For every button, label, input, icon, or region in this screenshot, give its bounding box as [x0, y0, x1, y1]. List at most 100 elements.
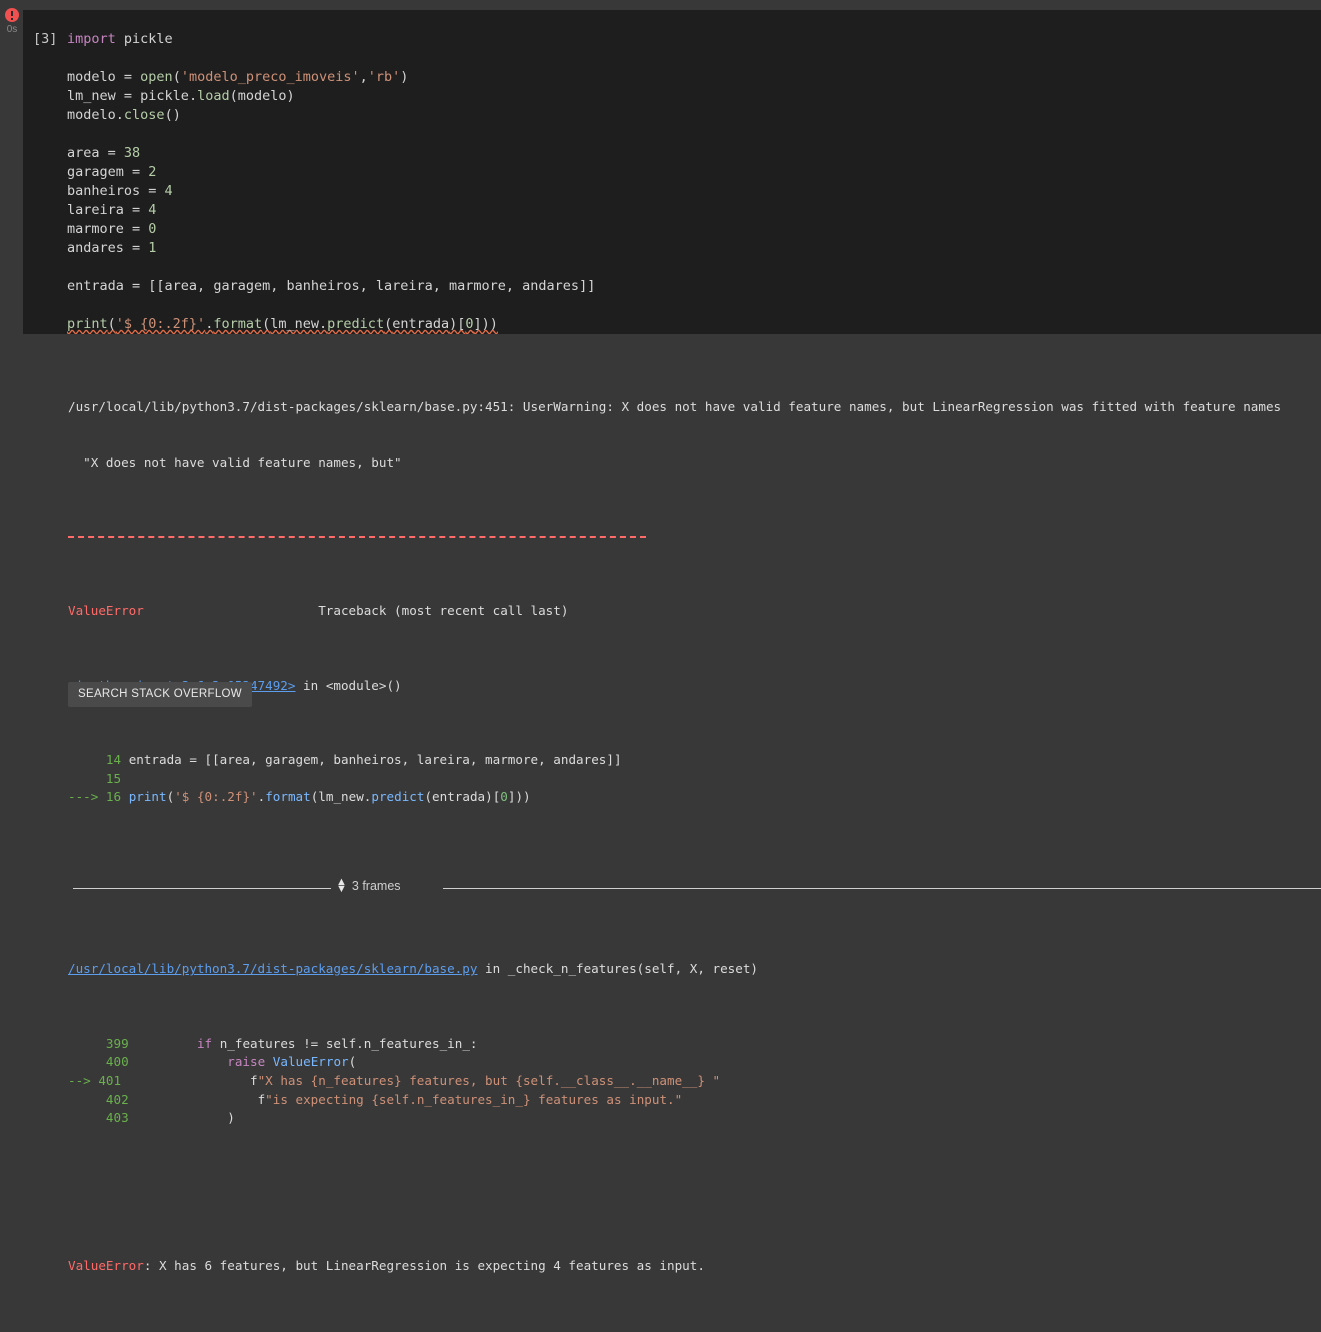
code-token: =	[132, 221, 149, 237]
frames-toggle[interactable]: ▲ ▼ 3 frames	[336, 876, 401, 896]
code-token: =	[123, 88, 141, 104]
code-token: load	[197, 88, 230, 104]
code-token: )	[286, 88, 295, 104]
traceback-code-text: f"X has {n_features} features, but {self…	[128, 1072, 721, 1088]
code-token: (	[172, 69, 181, 85]
traceback-code-line: --> 401 f"X has {n_features} features, b…	[68, 1072, 1321, 1091]
traceback-code-line: ---> 16 print('$ {0:.2f}'.format(lm_new.…	[68, 788, 1321, 807]
frame-1-location: <ipython-input-3-6a3c05247492> in <modul…	[68, 677, 1321, 696]
code-token: .	[115, 107, 124, 123]
code-token: 2	[148, 164, 157, 180]
code-token: lareira	[67, 202, 133, 218]
traceback-error-name: ValueError	[68, 603, 144, 619]
code-token: 0	[465, 316, 474, 332]
traceback-arrow: -->	[68, 1072, 91, 1088]
code-token: )[	[449, 316, 466, 332]
warning-line-2: "X does not have valid feature names, bu…	[68, 454, 402, 470]
traceback-line-number: 401	[90, 1072, 129, 1088]
code-line: entrada = [[area, garagem, banheiros, la…	[67, 277, 595, 296]
traceback-header: ValueError Traceback (most recent call l…	[68, 602, 1321, 621]
frames-divider-right	[443, 887, 1321, 889]
code-token: .	[319, 316, 328, 332]
code-token: close	[123, 107, 165, 123]
code-token: 'modelo_preco_imoveis'	[180, 69, 360, 85]
traceback-code-text: print('$ {0:.2f}'.format(lm_new.predict(…	[128, 789, 531, 805]
traceback-line-number: 399	[98, 1035, 137, 1051]
frames-toggle-label: 3 frames	[351, 878, 401, 893]
frames-toggle-row: ▲ ▼ 3 frames	[68, 873, 1321, 903]
traceback-arrow	[68, 1036, 98, 1051]
code-token: (	[384, 316, 393, 332]
code-editor[interactable]: [3] import pickle modelo = open('modelo_…	[23, 10, 1321, 334]
traceback-code-line: 400 raise ValueError(	[68, 1053, 1321, 1072]
final-error-line: ValueError: X has 6 features, but Linear…	[68, 1257, 1321, 1276]
traceback-code-line: 14 entrada = [[area, garagem, banheiros,…	[68, 751, 1321, 770]
code-token: entrada	[67, 278, 133, 294]
code-token: =	[132, 240, 149, 256]
traceback-arrow	[68, 1092, 98, 1107]
code-token: ]))	[473, 316, 498, 332]
traceback-arrow	[68, 1054, 98, 1069]
frame-1-code-block: 14 entrada = [[area, garagem, banheiros,…	[68, 751, 1321, 807]
code-line: modelo.close()	[67, 106, 595, 125]
code-token: area	[67, 145, 108, 161]
code-token: 1	[148, 240, 157, 256]
code-line: lareira = 4	[67, 201, 595, 220]
code-line: andares = 1	[67, 239, 595, 258]
execution-time-label: 0s	[6, 24, 18, 35]
code-token: print	[67, 316, 108, 332]
search-stack-overflow-button[interactable]: SEARCH STACK OVERFLOW	[68, 682, 252, 707]
final-error-message: : X has 6 features, but LinearRegression…	[143, 1258, 705, 1274]
code-token: =	[148, 183, 165, 199]
code-token: area, garagem, banheiros, lareira, marmo…	[164, 278, 580, 294]
code-source[interactable]: import pickle modelo = open('modelo_prec…	[67, 30, 595, 334]
code-token: lm_new	[67, 88, 124, 104]
error-circle-icon[interactable]	[5, 8, 19, 22]
code-token: entrada	[392, 316, 450, 332]
traceback-line-number: 16	[98, 789, 129, 805]
code-line: import pickle	[67, 30, 595, 49]
code-line: lm_new = pickle.load(modelo)	[67, 87, 595, 106]
code-token: garagem	[67, 164, 133, 180]
traceback-line-number: 402	[98, 1091, 137, 1107]
code-token: ,	[359, 69, 368, 85]
code-token: predict	[327, 316, 385, 332]
traceback-line-number: 15	[98, 770, 129, 786]
code-line: marmore = 0	[67, 220, 595, 239]
code-token: modelo	[67, 69, 124, 85]
traceback-arrow	[68, 1110, 98, 1125]
traceback-line-number: 400	[98, 1054, 137, 1070]
traceback-code-text: if n_features != self.n_features_in_:	[196, 1035, 478, 1051]
cell-prompt-label: [3]	[33, 31, 58, 47]
traceback-code-text: )	[136, 1110, 235, 1126]
code-line: garagem = 2	[67, 163, 595, 182]
code-token: '$ {0:.2f}'	[115, 316, 206, 332]
frame-1-in: in	[295, 677, 326, 693]
code-token: (	[229, 88, 238, 104]
code-token: pickle	[115, 31, 173, 47]
code-token: marmore	[67, 221, 133, 237]
code-token: = [[	[132, 278, 165, 294]
traceback-code-line: 399 if n_features != self.n_features_in_…	[68, 1035, 1321, 1054]
traceback-separator	[68, 528, 1321, 547]
code-token: ]]	[579, 278, 596, 294]
frame-2-location: /usr/local/lib/python3.7/dist-packages/s…	[68, 960, 1321, 979]
run-status[interactable]: 0s	[4, 8, 20, 35]
traceback-arrow: --->	[68, 789, 99, 805]
frame-2-link[interactable]: /usr/local/lib/python3.7/dist-packages/s…	[68, 961, 477, 976]
code-token: pickle	[140, 88, 189, 104]
traceback-line-number: 403	[98, 1110, 137, 1126]
traceback-arrow	[68, 752, 98, 767]
traceback-code-line: 403 )	[68, 1109, 1321, 1128]
code-token: modelo	[237, 88, 287, 104]
warning-line: /usr/local/lib/python3.7/dist-packages/s…	[68, 398, 1282, 414]
cell-output: /usr/local/lib/python3.7/dist-packages/s…	[0, 334, 1321, 1273]
traceback-arrow	[68, 771, 98, 786]
expand-collapse-icon[interactable]: ▲ ▼	[336, 876, 347, 894]
code-token: format	[213, 316, 263, 332]
code-token: banheiros	[67, 183, 149, 199]
